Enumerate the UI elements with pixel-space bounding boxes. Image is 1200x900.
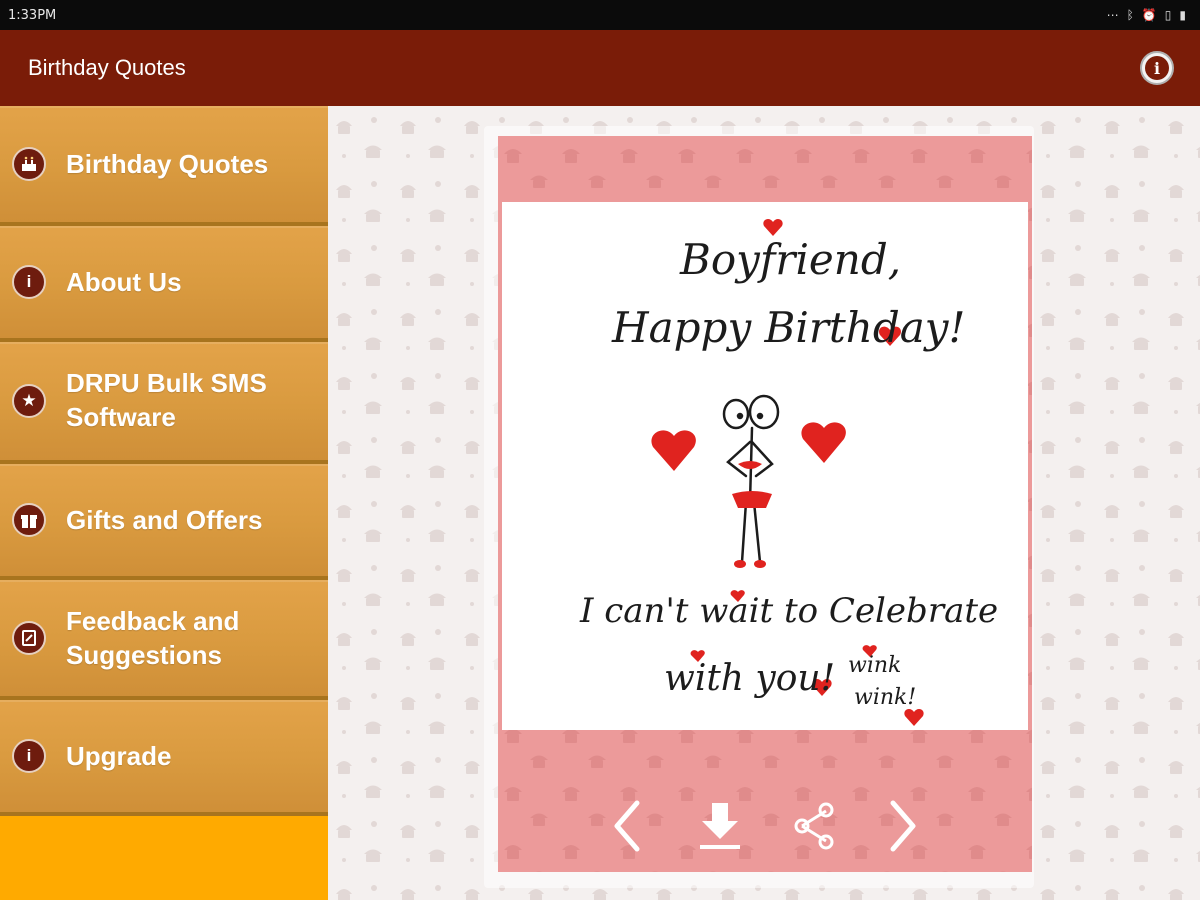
status-bar: 1:33PM ⋯ ᛒ ⏰ ▯ ▮ xyxy=(0,0,1200,30)
app-title: Birthday Quotes xyxy=(28,55,186,80)
sidebar-item-label: Birthday Quotes xyxy=(66,149,269,179)
bluetooth-icon: ᛒ xyxy=(1126,8,1134,22)
content-area: Boyfriend, Happy Birthday! I can't wait … xyxy=(328,106,1200,900)
status-icons: ⋯ ᛒ ⏰ ▯ ▮ xyxy=(1107,7,1186,23)
star-icon: ★ xyxy=(12,384,46,418)
sidebar-item-label: About Us xyxy=(66,267,182,297)
share-button[interactable] xyxy=(784,796,844,856)
sidebar-item-label: DRPU Bulk SMS Software xyxy=(66,368,267,432)
feedback-icon xyxy=(12,621,46,655)
previous-button[interactable] xyxy=(596,796,656,856)
sidebar-item-label: Gifts and Offers xyxy=(66,505,263,535)
heart-icon xyxy=(763,219,783,236)
sidebar-item-about-us[interactable]: i About Us xyxy=(0,226,328,342)
app-bar: Birthday Quotes i xyxy=(0,30,1200,106)
heart-icon xyxy=(651,430,696,471)
share-icon xyxy=(794,802,834,850)
info-icon: i xyxy=(1145,56,1169,80)
sidebar-item-label: Feedback and Suggestions xyxy=(66,606,240,670)
card-text-line4: with you! xyxy=(664,658,835,699)
info-icon: i xyxy=(12,265,46,299)
download-button[interactable] xyxy=(690,796,750,856)
heart-icon xyxy=(801,422,846,463)
sidebar-item-gifts-offers[interactable]: Gifts and Offers xyxy=(0,464,328,580)
next-button[interactable] xyxy=(874,796,934,856)
card-controls xyxy=(498,796,1032,868)
card-text-line1: Boyfriend, xyxy=(679,235,901,284)
stick-figure xyxy=(722,394,780,564)
card-illustration: Boyfriend, Happy Birthday! I can't wait … xyxy=(579,219,998,726)
card-text-line5: wink xyxy=(848,653,901,678)
gift-icon xyxy=(12,503,46,537)
sidebar-item-drpu-bulk-sms[interactable]: ★ DRPU Bulk SMS Software xyxy=(0,342,328,464)
cake-icon xyxy=(12,147,46,181)
sidebar-item-feedback[interactable]: Feedback and Suggestions xyxy=(0,580,328,700)
quote-card: Boyfriend, Happy Birthday! I can't wait … xyxy=(498,136,1032,872)
card-text-line3: I can't wait to Celebrate xyxy=(579,591,998,631)
card-text-line6: wink! xyxy=(854,685,916,710)
info-button[interactable]: i xyxy=(1140,51,1174,85)
sidebar-item-upgrade[interactable]: i Upgrade xyxy=(0,700,328,816)
more-dots-icon: ⋯ xyxy=(1106,8,1119,22)
sidebar-item-birthday-quotes[interactable]: Birthday Quotes xyxy=(0,106,328,226)
card-image: Boyfriend, Happy Birthday! I can't wait … xyxy=(502,202,1028,730)
lock-icon: ▯ xyxy=(1164,8,1172,22)
sidebar: Birthday Quotes i About Us ★ DRPU Bulk S… xyxy=(0,106,328,900)
card-text-line2: Happy Birthday! xyxy=(611,303,965,352)
sidebar-item-label: Upgrade xyxy=(66,741,172,771)
heart-icon xyxy=(904,709,924,726)
chevron-right-icon xyxy=(890,800,916,852)
download-icon xyxy=(700,803,740,849)
status-time: 1:33PM xyxy=(8,8,57,23)
alarm-icon: ⏰ xyxy=(1141,8,1157,22)
battery-icon: ▮ xyxy=(1179,8,1186,22)
info-icon: i xyxy=(12,739,46,773)
chevron-left-icon xyxy=(614,800,640,852)
